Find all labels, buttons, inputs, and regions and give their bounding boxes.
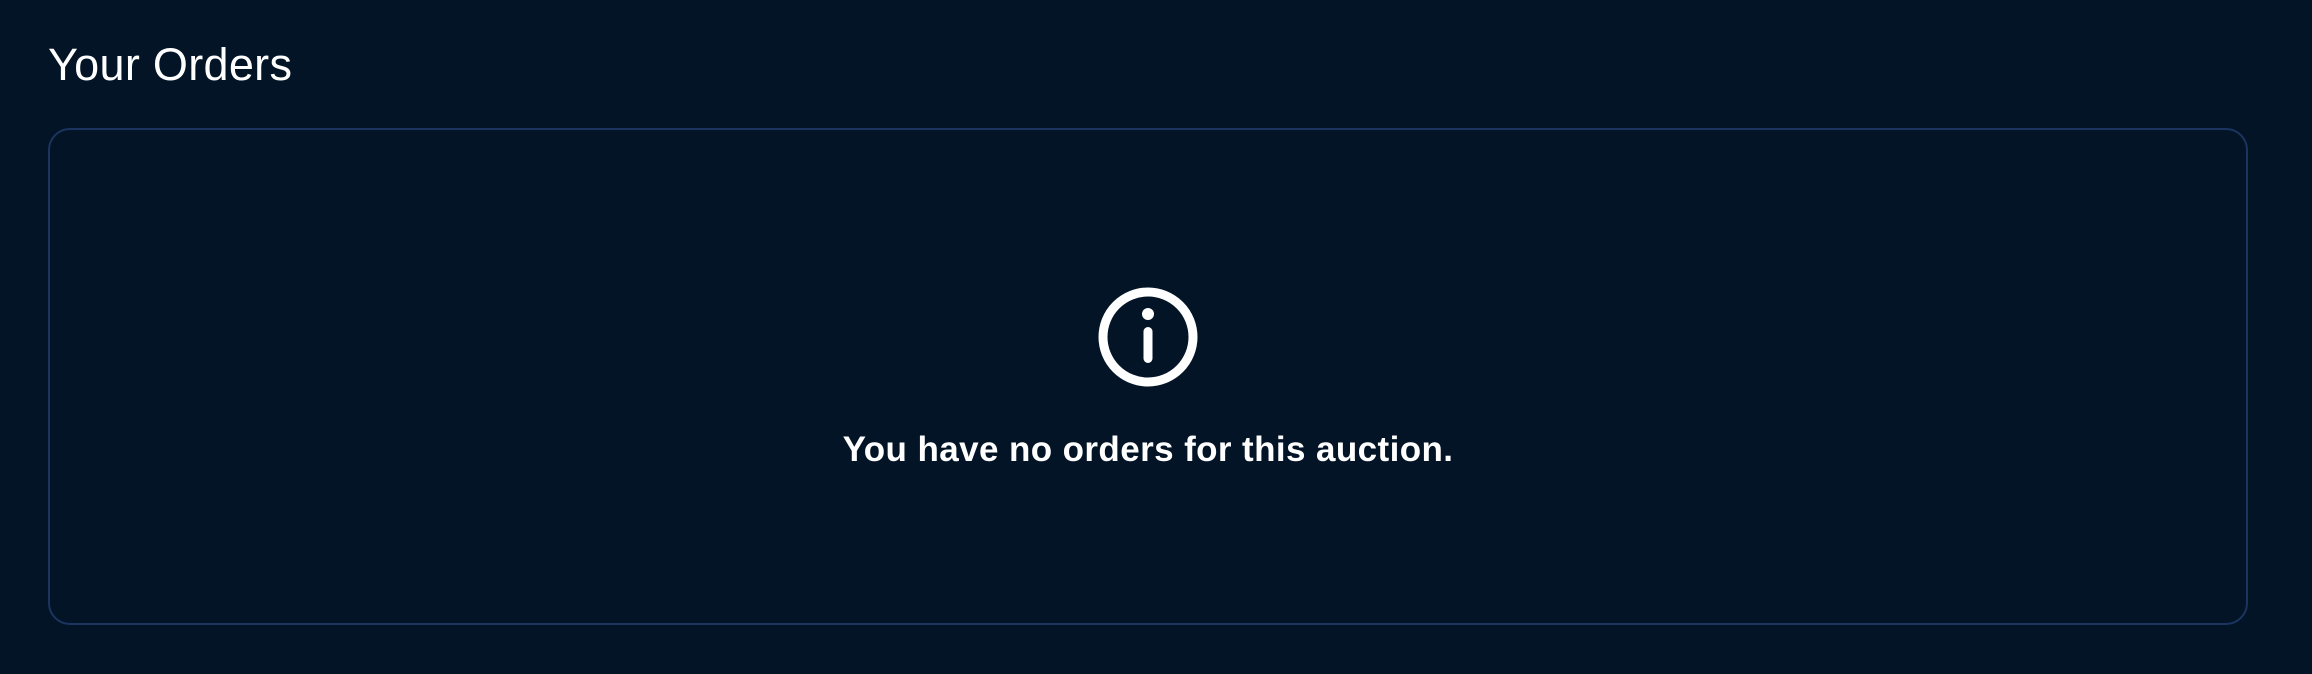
page-title: Your Orders xyxy=(48,39,293,90)
empty-orders-message: You have no orders for this auction. xyxy=(842,430,1454,469)
empty-state: You have no orders for this auction. xyxy=(50,286,2246,470)
info-icon xyxy=(1098,287,1198,387)
orders-panel: You have no orders for this auction. xyxy=(48,128,2248,625)
